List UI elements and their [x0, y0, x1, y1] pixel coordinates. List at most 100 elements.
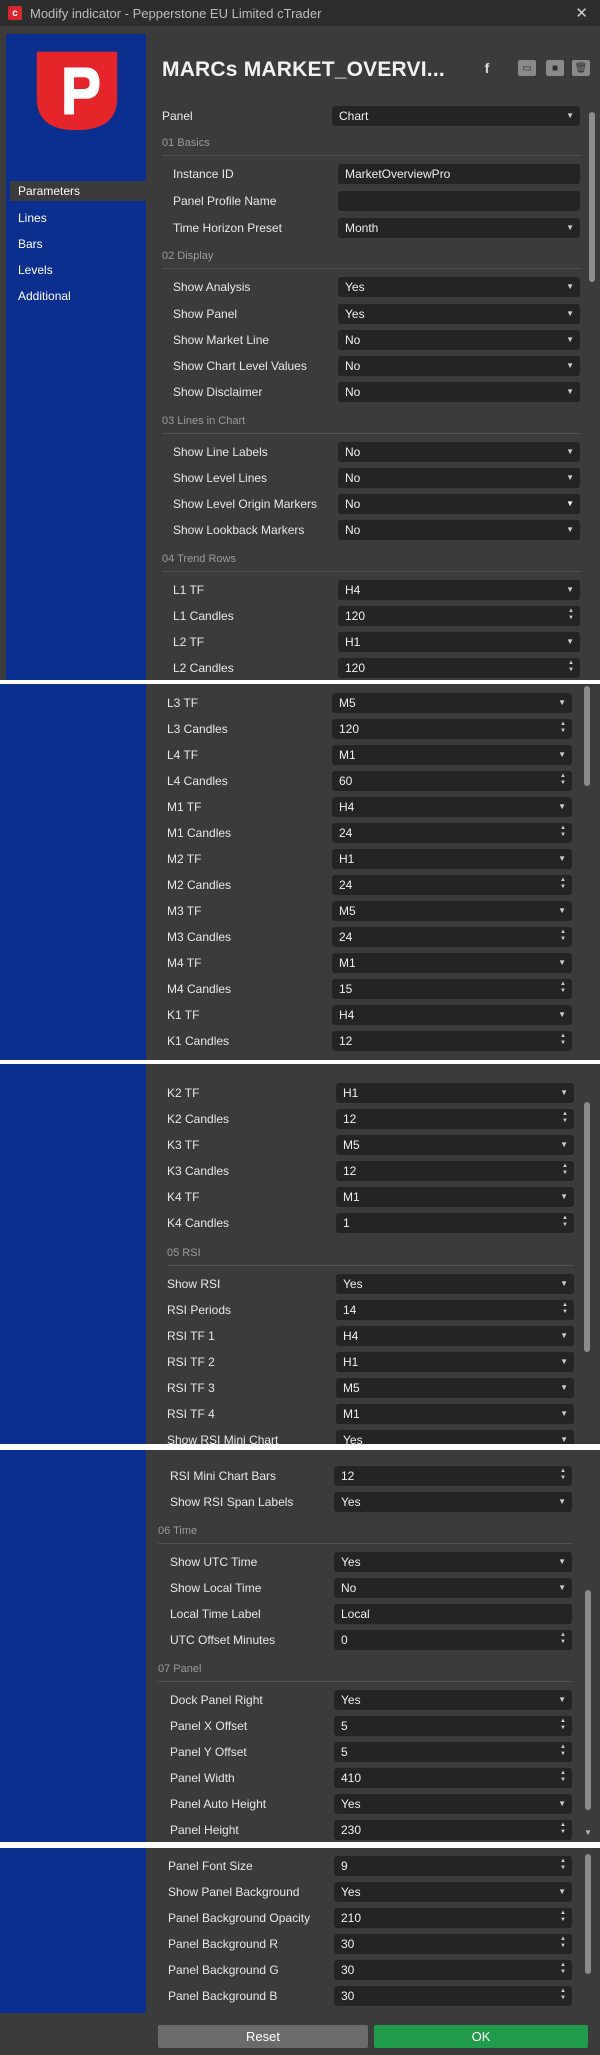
- stepper-arrows-icon[interactable]: ▲ ▼: [560, 721, 566, 735]
- rsi-tf-3-select[interactable]: M5 ▼: [336, 1378, 574, 1398]
- scrollbar[interactable]: [585, 1854, 591, 1974]
- k1-tf-select[interactable]: H4 ▼: [332, 1005, 572, 1025]
- save-icon[interactable]: ■: [546, 60, 564, 76]
- k4-candles-stepper[interactable]: 1 ▲ ▼: [336, 1213, 574, 1233]
- panel-auto-height-select[interactable]: Yes ▼: [334, 1794, 572, 1814]
- stepper-arrows-icon[interactable]: ▲ ▼: [560, 773, 566, 787]
- scrollbar[interactable]: [585, 1590, 591, 1810]
- show-chart-level-values-select[interactable]: No ▼: [338, 356, 580, 376]
- show-panel-background-select[interactable]: Yes ▼: [334, 1882, 572, 1902]
- panel-background-r-stepper[interactable]: 30 ▲ ▼: [334, 1934, 572, 1954]
- rsi-tf-1-select[interactable]: H4 ▼: [336, 1326, 574, 1346]
- nav-additional[interactable]: Additional: [10, 286, 146, 306]
- nav-levels[interactable]: Levels: [10, 260, 146, 280]
- l1-tf-select[interactable]: H4 ▼: [338, 580, 580, 600]
- nav-lines[interactable]: Lines: [10, 208, 146, 228]
- show-panel-select[interactable]: Yes ▼: [338, 304, 580, 324]
- stepper-arrows-icon[interactable]: ▲ ▼: [560, 825, 566, 839]
- scrollbar[interactable]: [584, 1102, 590, 1352]
- scroll-down-icon[interactable]: ▼: [584, 1828, 592, 1837]
- panel-y-offset-stepper[interactable]: 5 ▲ ▼: [334, 1742, 572, 1762]
- panel-profile-name-input[interactable]: [338, 191, 580, 211]
- stepper-arrows-icon[interactable]: ▲ ▼: [560, 1033, 566, 1047]
- show-local-time-select[interactable]: No ▼: [334, 1578, 572, 1598]
- scrollbar[interactable]: [589, 112, 595, 282]
- l3-tf-select[interactable]: M5 ▼: [332, 693, 572, 713]
- stepper-arrows-icon[interactable]: ▲ ▼: [560, 1988, 566, 2002]
- close-icon[interactable]: ✕: [575, 4, 588, 22]
- show-lookback-markers-select[interactable]: No ▼: [338, 520, 580, 540]
- stepper-arrows-icon[interactable]: ▲ ▼: [560, 1910, 566, 1924]
- stepper-arrows-icon[interactable]: ▲ ▼: [560, 1468, 566, 1482]
- utc-offset-minutes-stepper[interactable]: 0 ▲ ▼: [334, 1630, 572, 1650]
- dock-panel-right-select[interactable]: Yes ▼: [334, 1690, 572, 1710]
- facebook-icon[interactable]: f: [478, 60, 496, 76]
- nav-parameters[interactable]: Parameters: [10, 181, 146, 201]
- time-horizon-select[interactable]: Month ▼: [338, 218, 580, 238]
- panel-width-stepper[interactable]: 410 ▲ ▼: [334, 1768, 572, 1788]
- ok-button[interactable]: OK: [374, 2025, 588, 2048]
- k3-candles-stepper[interactable]: 12 ▲ ▼: [336, 1161, 574, 1181]
- rsi-tf-2-select[interactable]: H1 ▼: [336, 1352, 574, 1372]
- scrollbar[interactable]: [584, 686, 590, 786]
- l2-tf-select[interactable]: H1 ▼: [338, 632, 580, 652]
- show-level-origin-markers-select[interactable]: No ▼: [338, 494, 580, 514]
- m1-candles-stepper[interactable]: 24 ▲ ▼: [332, 823, 572, 843]
- m3-candles-stepper[interactable]: 24 ▲ ▼: [332, 927, 572, 947]
- k4-tf-select[interactable]: M1 ▼: [336, 1187, 574, 1207]
- stepper-arrows-icon[interactable]: ▲ ▼: [560, 1770, 566, 1784]
- stepper-arrows-icon[interactable]: ▲ ▼: [560, 1962, 566, 1976]
- l4-tf-select[interactable]: M1 ▼: [332, 745, 572, 765]
- l1-candles-stepper[interactable]: 120 ▲ ▼: [338, 606, 580, 626]
- panel-background-b-stepper[interactable]: 30 ▲ ▼: [334, 1986, 572, 2006]
- k3-tf-select[interactable]: M5 ▼: [336, 1135, 574, 1155]
- window-icon[interactable]: ▭: [518, 60, 536, 76]
- stepper-arrows-icon[interactable]: ▲ ▼: [560, 1632, 566, 1646]
- stepper-arrows-icon[interactable]: ▲ ▼: [560, 1744, 566, 1758]
- show-rsi-select[interactable]: Yes ▼: [336, 1274, 574, 1294]
- l4-candles-stepper[interactable]: 60 ▲ ▼: [332, 771, 572, 791]
- m2-candles-stepper[interactable]: 24 ▲ ▼: [332, 875, 572, 895]
- stepper-arrows-icon[interactable]: ▲ ▼: [562, 1111, 568, 1125]
- panel-background-opacity-stepper[interactable]: 210 ▲ ▼: [334, 1908, 572, 1928]
- show-market-line-select[interactable]: No ▼: [338, 330, 580, 350]
- show-analysis-select[interactable]: Yes ▼: [338, 277, 580, 297]
- stepper-arrows-icon[interactable]: ▲ ▼: [560, 1718, 566, 1732]
- show-level-lines-select[interactable]: No ▼: [338, 468, 580, 488]
- stepper-arrows-icon[interactable]: ▲ ▼: [568, 660, 574, 674]
- local-time-label-input[interactable]: Local: [334, 1604, 572, 1624]
- show-utc-time-select[interactable]: Yes ▼: [334, 1552, 572, 1572]
- l2-candles-stepper[interactable]: 120 ▲ ▼: [338, 658, 580, 678]
- show-rsi-span-labels-select[interactable]: Yes ▼: [334, 1492, 572, 1512]
- panel-background-g-stepper[interactable]: 30 ▲ ▼: [334, 1960, 572, 1980]
- stepper-arrows-icon[interactable]: ▲ ▼: [560, 877, 566, 891]
- rsi-mini-chart-bars-stepper[interactable]: 12 ▲ ▼: [334, 1466, 572, 1486]
- m4-candles-stepper[interactable]: 15 ▲ ▼: [332, 979, 572, 999]
- stepper-arrows-icon[interactable]: ▲ ▼: [562, 1163, 568, 1177]
- stepper-arrows-icon[interactable]: ▲ ▼: [562, 1215, 568, 1229]
- stepper-arrows-icon[interactable]: ▲ ▼: [562, 1302, 568, 1316]
- k2-candles-stepper[interactable]: 12 ▲ ▼: [336, 1109, 574, 1129]
- k1-candles-stepper[interactable]: 12 ▲ ▼: [332, 1031, 572, 1051]
- stepper-arrows-icon[interactable]: ▲ ▼: [560, 929, 566, 943]
- show-line-labels-select[interactable]: No ▼: [338, 442, 580, 462]
- stepper-arrows-icon[interactable]: ▲ ▼: [560, 1822, 566, 1836]
- nav-bars[interactable]: Bars: [10, 234, 146, 254]
- rsi-tf-4-select[interactable]: M1 ▼: [336, 1404, 574, 1424]
- m4-tf-select[interactable]: M1 ▼: [332, 953, 572, 973]
- l3-candles-stepper[interactable]: 120 ▲ ▼: [332, 719, 572, 739]
- m2-tf-select[interactable]: H1 ▼: [332, 849, 572, 869]
- rsi-periods-stepper[interactable]: 14 ▲ ▼: [336, 1300, 574, 1320]
- stepper-arrows-icon[interactable]: ▲ ▼: [560, 1936, 566, 1950]
- k2-tf-select[interactable]: H1 ▼: [336, 1083, 574, 1103]
- panel-select[interactable]: Chart ▼: [332, 106, 580, 126]
- show-rsi-mini-chart-select[interactable]: Yes ▼: [336, 1430, 574, 1444]
- stepper-arrows-icon[interactable]: ▲ ▼: [560, 981, 566, 995]
- panel-height-stepper[interactable]: 230 ▲ ▼: [334, 1820, 572, 1840]
- m1-tf-select[interactable]: H4 ▼: [332, 797, 572, 817]
- panel-x-offset-stepper[interactable]: 5 ▲ ▼: [334, 1716, 572, 1736]
- m3-tf-select[interactable]: M5 ▼: [332, 901, 572, 921]
- stepper-arrows-icon[interactable]: ▲ ▼: [568, 608, 574, 622]
- show-disclaimer-select[interactable]: No ▼: [338, 382, 580, 402]
- instance-id-input[interactable]: MarketOverviewPro: [338, 164, 580, 184]
